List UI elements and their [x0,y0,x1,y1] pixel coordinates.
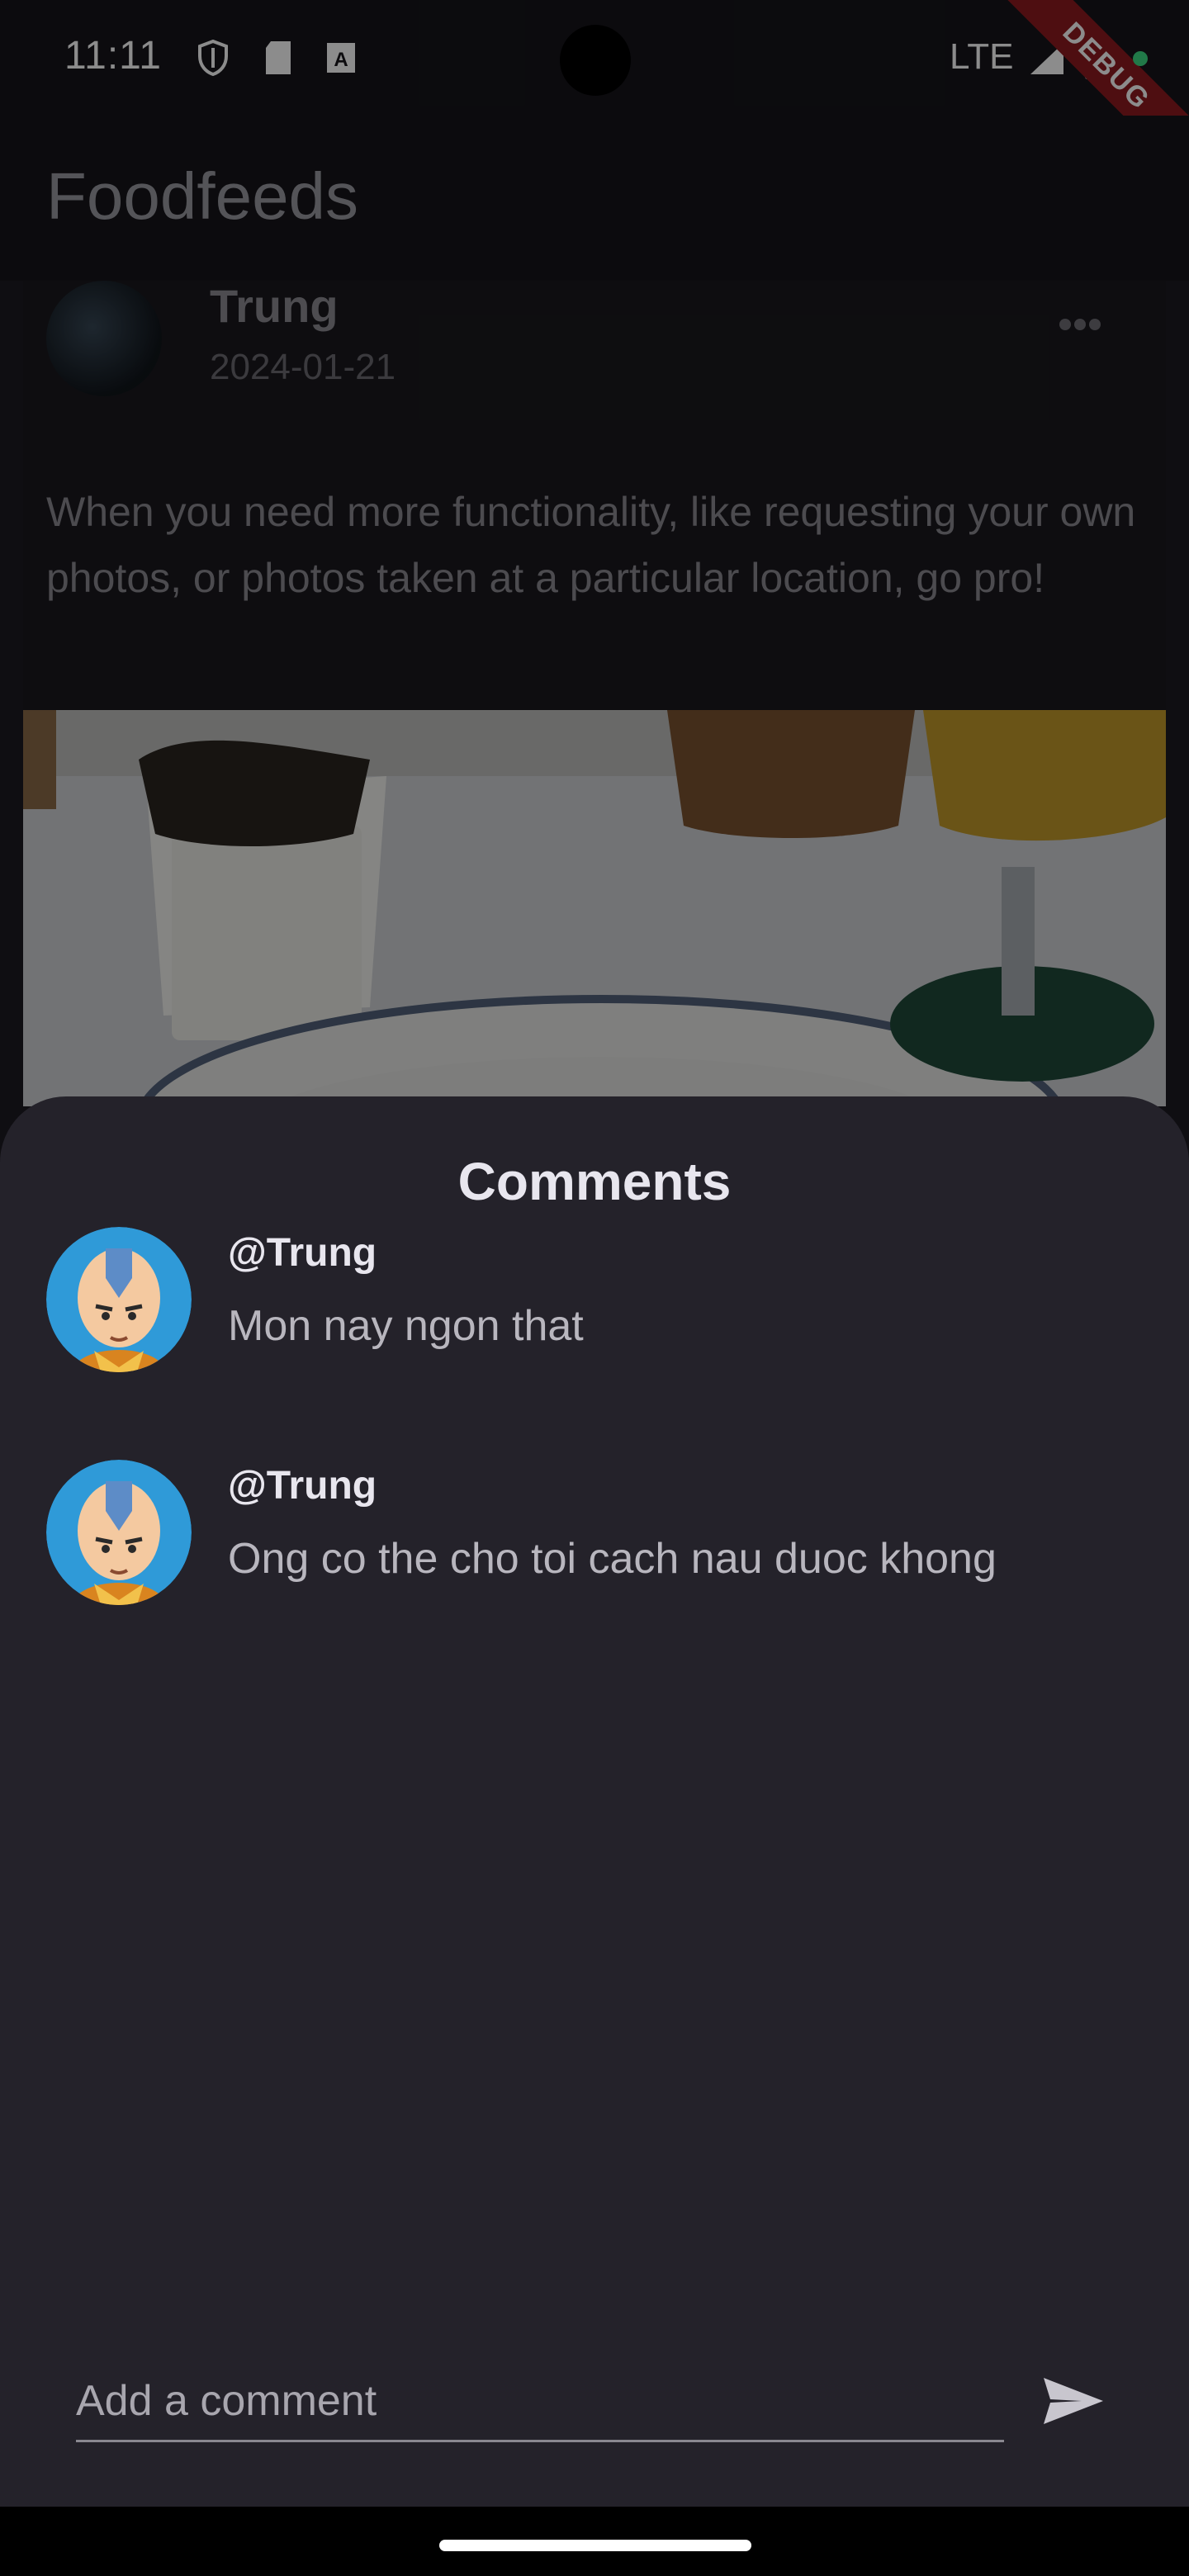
send-icon [1044,2378,1103,2424]
send-comment-button[interactable] [1034,2361,1113,2441]
comments-sheet: Comments @Trung Mon nay ngon that @Trung… [0,1096,1189,2507]
comment-text: Ong co the cho toi cach nau duoc khong [228,1535,997,1583]
comment-item: @Trung Mon nay ngon that [0,1227,1189,1392]
commenter-avatar[interactable] [46,1227,192,1372]
add-comment-input[interactable] [76,2361,1004,2442]
home-gesture-handle[interactable] [439,2540,751,2551]
comment-username[interactable]: @Trung [228,1463,377,1508]
comment-item: @Trung Ong co the cho toi cach nau duoc … [0,1460,1189,1625]
comments-title: Comments [457,1152,732,1211]
comment-username[interactable]: @Trung [228,1230,377,1276]
commenter-avatar[interactable] [46,1460,192,1605]
system-nav-bar [0,2507,1189,2576]
comment-text: Mon nay ngon that [228,1302,584,1350]
app-screen: 11:11 A LTE DEBUG Foodfeeds Trung 2024-0 [0,0,1189,2576]
